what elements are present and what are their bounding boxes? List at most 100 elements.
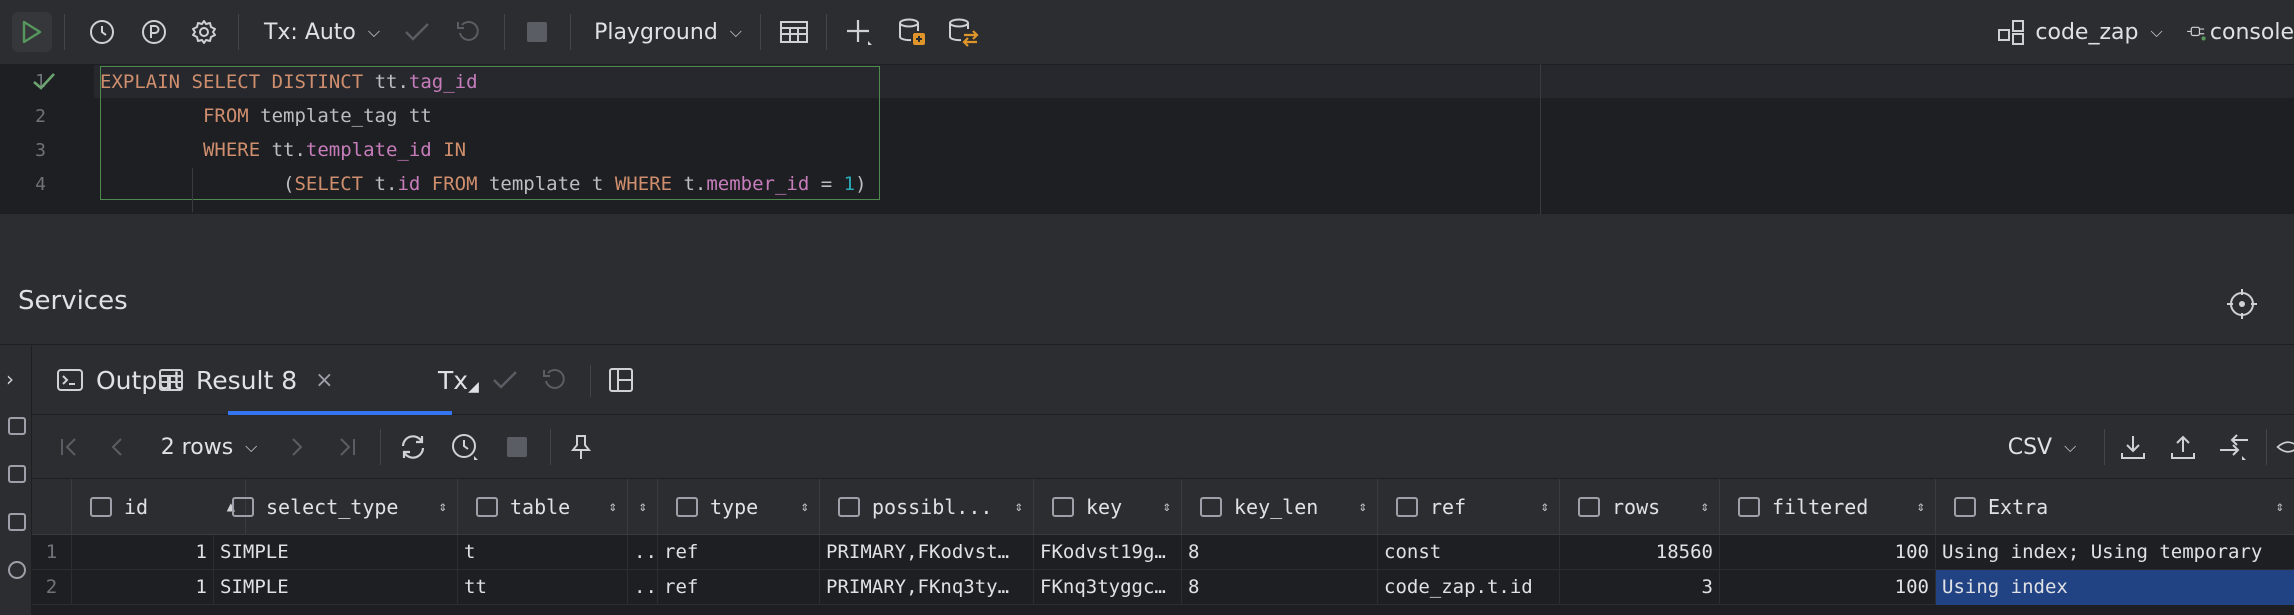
cell-possible-keys[interactable]: PRIMARY,FKnq3ty…	[820, 570, 1034, 605]
datasource-label: code_zap	[2035, 19, 2139, 45]
sort-icon[interactable]: ⇕	[2276, 499, 2284, 515]
cell-select-type[interactable]: SIMPLE	[214, 535, 458, 570]
column-header-type[interactable]: type ⇕	[658, 479, 820, 535]
commit-button[interactable]	[492, 345, 518, 415]
sort-icon[interactable]: ⇕	[439, 499, 447, 515]
column-header-partitions[interactable]: ⇕	[628, 479, 658, 535]
cell-table[interactable]: t	[458, 535, 628, 570]
expand-chevron-icon[interactable]: ›	[6, 367, 14, 391]
column-header-label: select_type	[266, 495, 399, 519]
view-options-button[interactable]	[2276, 415, 2294, 479]
transaction-mode-dropdown[interactable]: Tx: Auto ⌵	[262, 0, 382, 64]
prev-page-button[interactable]	[104, 415, 132, 479]
sort-icon[interactable]: ⇕	[1359, 499, 1367, 515]
cell-ref[interactable]: const	[1378, 535, 1560, 570]
cell-id[interactable]: 1	[72, 570, 214, 605]
column-header-key[interactable]: key ⇕	[1034, 479, 1182, 535]
cell-key-len[interactable]: 8	[1182, 535, 1378, 570]
locate-button[interactable]	[2226, 288, 2258, 320]
cell-key[interactable]: FKodvst19g…	[1034, 535, 1182, 570]
cell-filtered[interactable]: 100	[1720, 535, 1936, 570]
cell-type[interactable]: ref	[658, 535, 820, 570]
settings-button[interactable]	[188, 0, 220, 64]
table-row[interactable]: 2 1 SIMPLE tt ... ref PRIMARY,FKnq3ty… F…	[32, 570, 2294, 605]
cell-partitions[interactable]: ...	[628, 535, 658, 570]
column-header-select-type[interactable]: select_type ⇕	[214, 479, 458, 535]
cell-ref[interactable]: code_zap.t.id	[1378, 570, 1560, 605]
sql-editor[interactable]: 1 2 3 4 EXPLAIN SELECT DISTINCT tt.tag_i…	[0, 64, 2294, 216]
compare-button[interactable]	[2216, 415, 2252, 479]
column-header-possible-keys[interactable]: possibl... ⇕	[820, 479, 1034, 535]
sql-text: tt.	[363, 71, 409, 93]
stop-button[interactable]	[502, 415, 532, 479]
add-button[interactable]	[842, 0, 876, 64]
column-header-table[interactable]: table ⇕	[458, 479, 628, 535]
cell-rows[interactable]: 18560	[1560, 535, 1720, 570]
rollback-button[interactable]	[454, 0, 484, 64]
column-header-label: Extra	[1988, 495, 2049, 519]
console-dropdown[interactable]: console	[2186, 0, 2294, 64]
layout-toggle-button[interactable]	[608, 345, 634, 415]
sort-icon[interactable]: ⇕	[1917, 499, 1925, 515]
cell-select-type[interactable]: SIMPLE	[214, 570, 458, 605]
table-icon[interactable]	[8, 417, 26, 435]
cell-possible-keys[interactable]: PRIMARY,FKodvst…	[820, 535, 1034, 570]
auto-refresh-button[interactable]	[448, 415, 482, 479]
cell-key-len[interactable]: 8	[1182, 570, 1378, 605]
execute-button[interactable]	[12, 12, 52, 52]
cell-extra-selected[interactable]: Using index	[1936, 570, 2294, 605]
export-format-dropdown[interactable]: CSV ⌵	[1992, 415, 2092, 479]
sort-icon[interactable]: ⇕	[609, 499, 617, 515]
sync-datasource-button[interactable]	[946, 0, 980, 64]
column-icon	[1396, 497, 1418, 517]
sort-icon[interactable]: ⇕	[801, 499, 809, 515]
tx-tab[interactable]: Tx ◢	[438, 345, 479, 415]
rows-count-dropdown[interactable]: 2 rows ⌵	[154, 415, 264, 479]
column-header-ref[interactable]: ref ⇕	[1378, 479, 1560, 535]
session-dropdown[interactable]: Playground ⌵	[592, 0, 744, 64]
explain-plan-button[interactable]	[138, 0, 170, 64]
rollback-button[interactable]	[542, 345, 568, 415]
last-page-button[interactable]	[332, 415, 360, 479]
cell-extra[interactable]: Using index; Using temporary	[1936, 535, 2294, 570]
next-page-button[interactable]	[282, 415, 310, 479]
close-icon[interactable]: ×	[315, 368, 333, 393]
sort-icon[interactable]: ⇕	[1701, 499, 1709, 515]
first-page-button[interactable]	[56, 415, 84, 479]
cell-key[interactable]: FKnq3tyggc…	[1034, 570, 1182, 605]
sort-icon[interactable]: ⇕	[639, 499, 647, 515]
sort-icon[interactable]: ⇕	[1541, 499, 1549, 515]
column-header-key-len[interactable]: key_len ⇕	[1182, 479, 1378, 535]
commit-button[interactable]	[402, 0, 432, 64]
sort-icon[interactable]: ⇕	[1163, 499, 1171, 515]
column-header-filtered[interactable]: filtered ⇕	[1720, 479, 1936, 535]
refresh-button[interactable]	[396, 415, 430, 479]
history-button[interactable]	[86, 0, 118, 64]
cell-type[interactable]: ref	[658, 570, 820, 605]
refresh-icon	[401, 435, 425, 459]
table-view-button[interactable]	[778, 0, 810, 64]
sort-icon[interactable]: ⇕	[1015, 499, 1023, 515]
cell-id[interactable]: 1	[72, 535, 214, 570]
tab-result[interactable]: Result 8 ×	[158, 345, 334, 415]
stop-button[interactable]	[522, 0, 552, 64]
table-icon[interactable]	[8, 465, 26, 483]
column-header-rows[interactable]: rows ⇕	[1560, 479, 1720, 535]
table-row[interactable]: 1 1 SIMPLE t ... ref PRIMARY,FKodvst… FK…	[32, 535, 2294, 570]
code-line-1: EXPLAIN SELECT DISTINCT tt.tag_id	[100, 71, 478, 93]
sql-keyword: WHERE	[614, 173, 673, 195]
pin-tab-button[interactable]	[566, 415, 596, 479]
column-header-extra[interactable]: Extra ⇕	[1936, 479, 2294, 535]
download-button[interactable]	[2116, 415, 2150, 479]
cell-rows[interactable]: 3	[1560, 570, 1720, 605]
cell-table[interactable]: tt	[458, 570, 628, 605]
cell-partitions[interactable]: ...	[628, 570, 658, 605]
cell-filtered[interactable]: 100	[1720, 570, 1936, 605]
upload-button[interactable]	[2166, 415, 2200, 479]
datasource-dropdown[interactable]: code_zap ⌵	[1994, 0, 2166, 64]
circle-icon[interactable]	[8, 561, 26, 579]
grid-icon[interactable]	[8, 513, 26, 531]
add-datasource-button[interactable]	[896, 0, 928, 64]
